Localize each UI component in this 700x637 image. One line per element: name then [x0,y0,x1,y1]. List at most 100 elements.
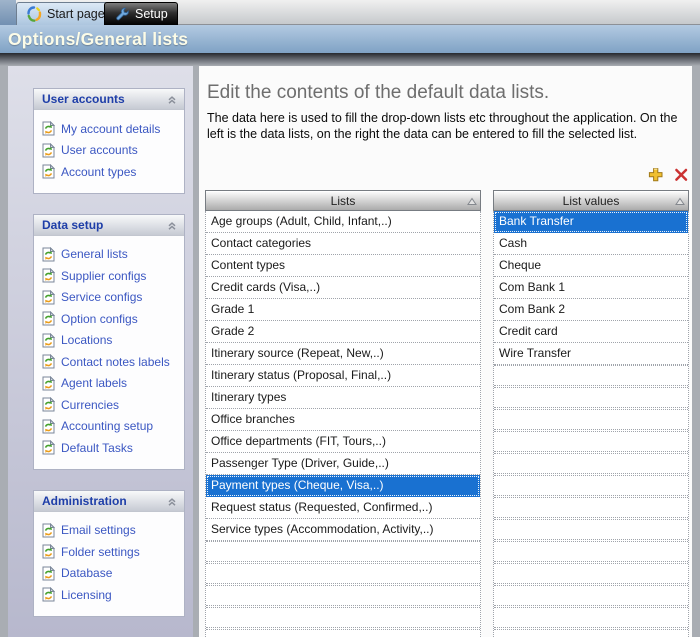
app-window: Start page Setup Options/General lists U… [0,0,700,637]
tab-start-page[interactable]: Start page [16,2,115,25]
list-item[interactable]: Cash [494,233,688,255]
sidebar-group-header[interactable]: Data setup [34,215,184,236]
empty-row[interactable] [494,365,688,386]
sidebar-group-header[interactable]: Administration [34,491,184,512]
page-icon [42,333,55,348]
list-item[interactable]: Contact categories [206,233,480,255]
sidebar-item-email-settings[interactable]: Email settings [34,520,184,542]
list-item[interactable]: Office departments (FIT, Tours,..) [206,431,480,453]
collapse-chevron-icon[interactable] [166,219,178,231]
empty-row[interactable] [494,387,688,408]
empty-row[interactable] [206,629,480,637]
sidebar-item-currencies[interactable]: Currencies [34,394,184,416]
add-list-value-button[interactable] [648,167,664,183]
list-item[interactable]: Cheque [494,255,688,277]
empty-row[interactable] [494,563,688,584]
sidebar-group-data-setup: Data setup General lists Supplier configs S… [33,214,185,470]
empty-row[interactable] [494,607,688,628]
sidebar-item-agent-labels[interactable]: Agent labels [34,373,184,395]
empty-row[interactable] [206,541,480,562]
list-item[interactable]: Grade 1 [206,299,480,321]
sidebar-item-label: Folder settings [61,545,140,559]
sidebar-group-user-accounts: User accountsMy account detailsUser acco… [33,88,185,194]
list-item[interactable]: Itinerary status (Proposal, Final,..) [206,365,480,387]
list-item[interactable]: Request status (Requested, Confirmed,..) [206,497,480,519]
wrench-icon [114,6,130,22]
empty-row[interactable] [494,497,688,518]
list-item[interactable]: Credit cards (Visa,..) [206,277,480,299]
sidebar-item-licensing[interactable]: Licensing [34,584,184,606]
list-item[interactable]: Office branches [206,409,480,431]
page-icon [42,354,55,369]
page-title: Options/General lists [0,25,700,53]
main-panel: Edit the contents of the default data li… [199,66,692,637]
list-item[interactable]: Content types [206,255,480,277]
sidebar-item-label: Option configs [61,312,138,326]
page-icon [42,376,55,391]
sidebar-item-database[interactable]: Database [34,563,184,585]
empty-row[interactable] [494,541,688,562]
sidebar-item-default-tasks[interactable]: Default Tasks [34,437,184,459]
sidebar-group-header[interactable]: User accounts [34,89,184,110]
list-values-table-header-label: List values [563,194,620,208]
list-item[interactable]: Service types (Accommodation, Activity,.… [206,519,480,541]
tab-setup[interactable]: Setup [104,2,178,25]
tab-bar: Start page Setup [0,0,700,25]
list-values-table-body: Bank TransferCashChequeCom Bank 1Com Ban… [493,211,689,637]
page-icon [42,544,55,559]
empty-row[interactable] [494,519,688,540]
list-values-table: List values Bank TransferCashChequeCom B… [493,190,689,637]
page-icon [42,311,55,326]
list-item[interactable]: Itinerary source (Repeat, New,..) [206,343,480,365]
sidebar-item-label: Supplier configs [61,269,146,283]
list-item[interactable]: Credit card [494,321,688,343]
empty-row[interactable] [206,585,480,606]
collapse-chevron-icon[interactable] [166,495,178,507]
empty-row[interactable] [494,453,688,474]
list-item[interactable]: Wire Transfer [494,343,688,365]
list-item[interactable]: Com Bank 1 [494,277,688,299]
list-item[interactable]: Com Bank 2 [494,299,688,321]
sidebar-item-accounting-setup[interactable]: Accounting setup [34,416,184,438]
empty-row[interactable] [206,563,480,584]
list-item[interactable]: Passenger Type (Driver, Guide,..) [206,453,480,475]
list-item[interactable]: Age groups (Adult, Child, Infant,..) [206,211,480,233]
lists-table-header[interactable]: Lists [205,190,481,211]
sidebar-item-account-types[interactable]: Account types [34,161,184,183]
empty-row[interactable] [494,629,688,637]
delete-list-value-button[interactable] [673,167,689,183]
sidebar-item-service-configs[interactable]: Service configs [34,287,184,309]
list-values-table-header[interactable]: List values [493,190,689,211]
sidebar-item-label: Email settings [61,523,136,537]
sort-triangle-icon [467,197,477,206]
sidebar-item-label: Currencies [61,398,119,412]
sidebar-item-user-accounts[interactable]: User accounts [34,140,184,162]
empty-row[interactable] [206,607,480,628]
sidebar-item-my-account-details[interactable]: My account details [34,118,184,140]
list-item-selected[interactable]: Bank Transfer [494,211,688,233]
empty-row[interactable] [494,409,688,430]
sidebar-item-supplier-configs[interactable]: Supplier configs [34,265,184,287]
sidebar-item-locations[interactable]: Locations [34,330,184,352]
page-icon [42,164,55,179]
page-icon [42,397,55,412]
sidebar-group-administration: Administration Email settings Folder setti… [33,490,185,617]
sidebar-item-option-configs[interactable]: Option configs [34,308,184,330]
sidebar-item-label: Accounting setup [61,419,153,433]
sidebar-item-general-lists[interactable]: General lists [34,244,184,266]
sort-triangle-icon [675,197,685,206]
sidebar-item-folder-settings[interactable]: Folder settings [34,541,184,563]
empty-row[interactable] [494,431,688,452]
sidebar-item-contact-notes-labels[interactable]: Contact notes labels [34,351,184,373]
collapse-chevron-icon[interactable] [166,93,178,105]
page-icon [42,440,55,455]
list-item[interactable]: Grade 2 [206,321,480,343]
page-icon [42,290,55,305]
page-icon [42,587,55,602]
empty-row[interactable] [494,475,688,496]
list-item[interactable]: Itinerary types [206,387,480,409]
list-item-selected[interactable]: Payment types (Cheque, Visa,..) [206,475,480,497]
page-icon [42,419,55,434]
empty-row[interactable] [494,585,688,606]
tab-label: Setup [135,7,168,21]
